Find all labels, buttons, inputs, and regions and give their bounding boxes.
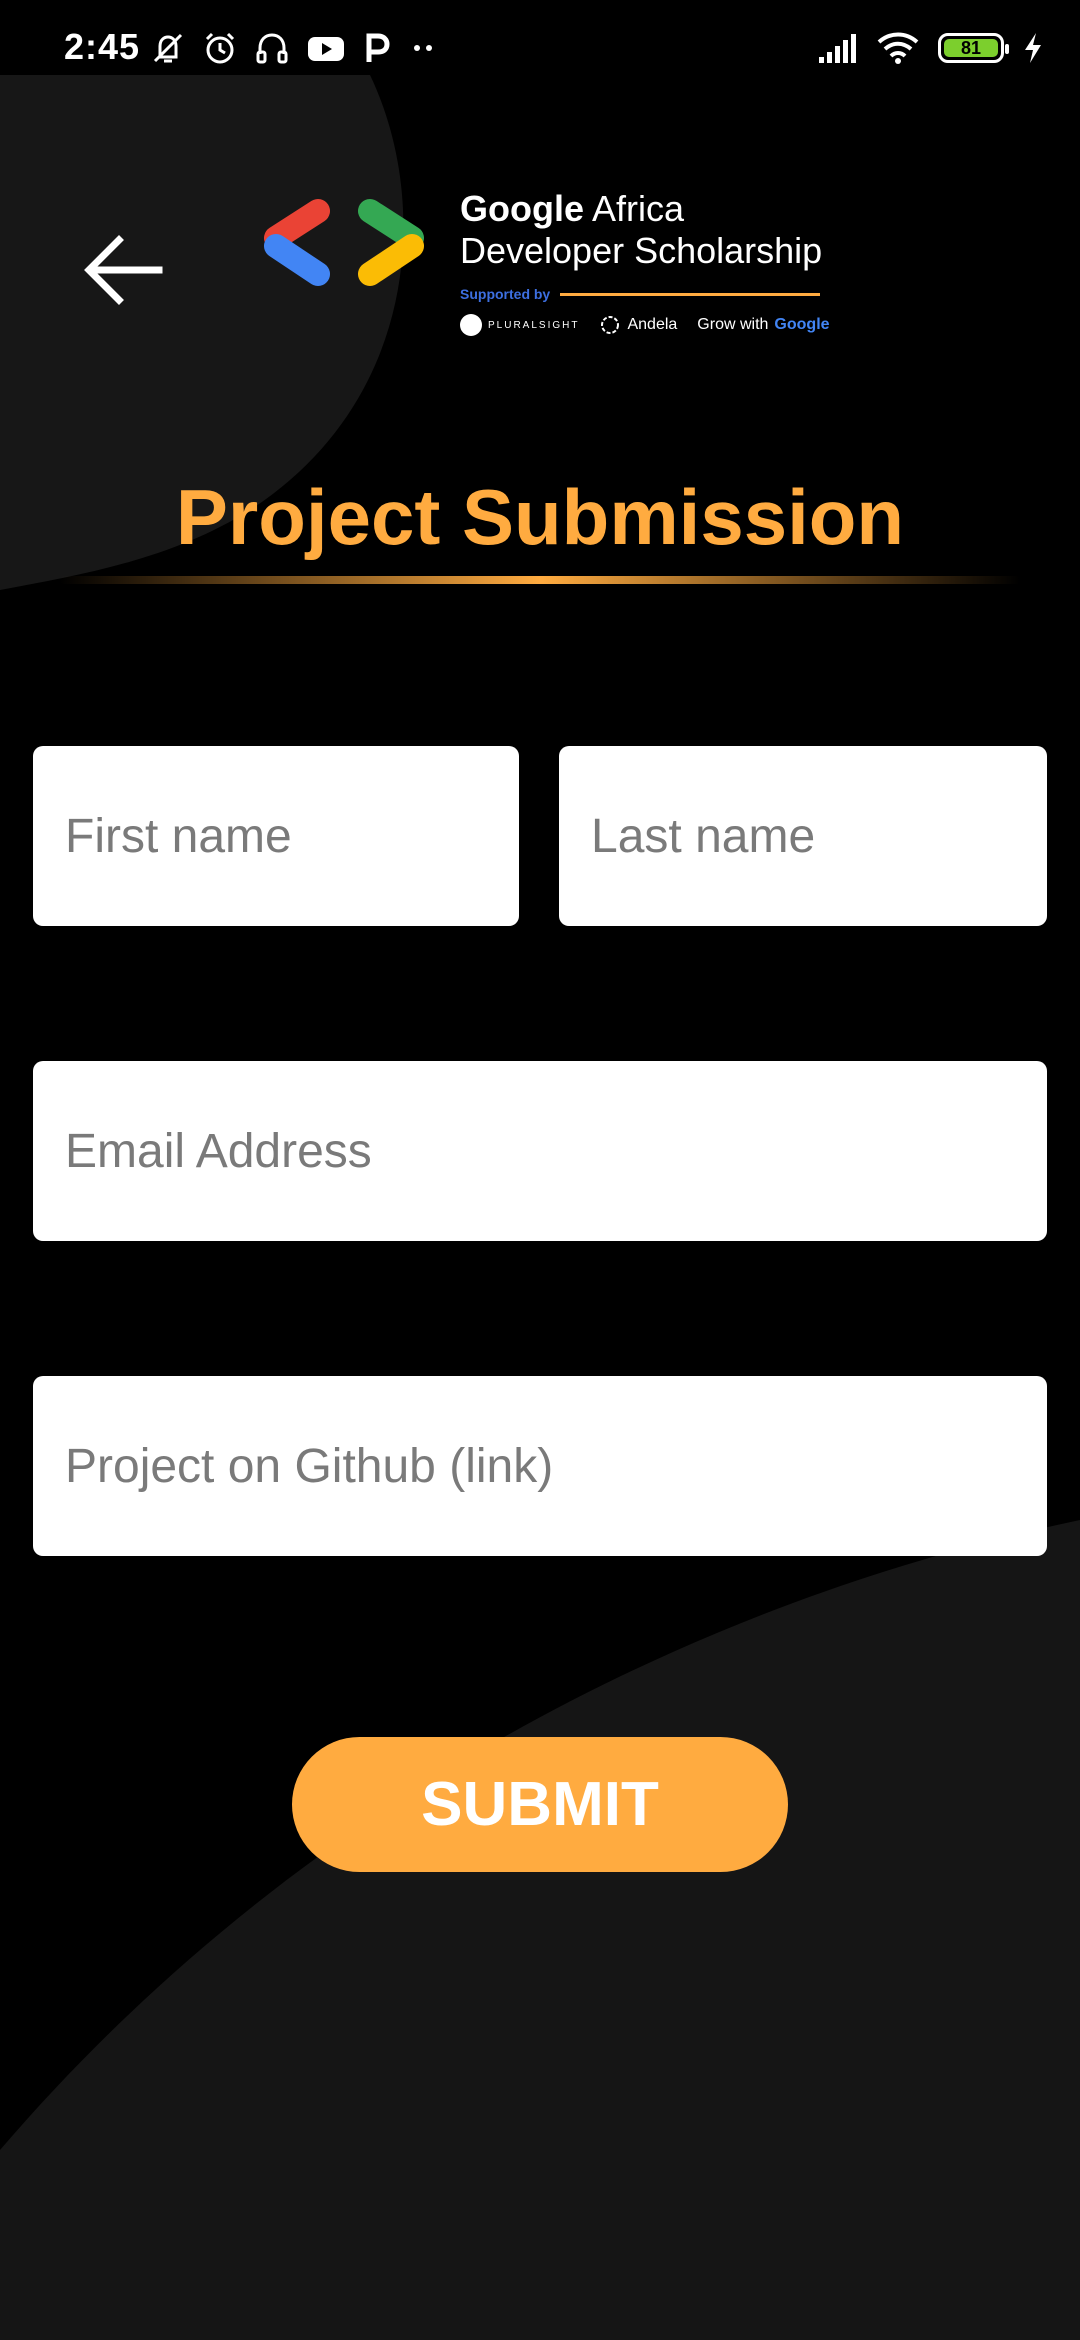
grow-google-label: Google	[774, 316, 830, 333]
supported-by-row: Supported by	[460, 286, 820, 302]
first-name-input[interactable]	[33, 746, 519, 926]
logo-title-line2: Developer Scholarship	[460, 230, 823, 271]
pluralsight-icon	[460, 314, 482, 336]
pluralsight-label: PLURALSIGHT	[488, 319, 580, 331]
charging-icon	[1025, 33, 1041, 63]
vibrate-off-icon	[153, 33, 183, 63]
status-bar: 2:45 81	[0, 0, 1080, 100]
logo-yellow-bar	[358, 234, 424, 286]
github-link-input[interactable]	[33, 1376, 1047, 1556]
grow-with-label: Grow with	[697, 316, 769, 333]
last-name-input[interactable]	[559, 746, 1047, 926]
grow-with-google-logo: Grow with Google	[697, 316, 829, 334]
logo-red-bar	[264, 199, 330, 250]
title-underline	[60, 576, 1020, 584]
back-button[interactable]	[78, 230, 168, 310]
gads-logo-icon	[264, 199, 424, 286]
battery-level: 81	[960, 37, 982, 58]
supported-by-label: Supported by	[460, 286, 551, 302]
andela-label: Andela	[627, 316, 678, 333]
headset-icon	[256, 33, 288, 64]
andela-logo: Andela	[599, 314, 677, 336]
signal-icon	[819, 34, 856, 63]
logo-africa-word: Africa	[584, 188, 685, 229]
submit-button[interactable]: SUBMIT	[292, 1737, 788, 1872]
battery-icon: 81	[938, 33, 1009, 63]
arrow-left-icon	[84, 235, 163, 305]
status-time: 2:45	[64, 26, 141, 67]
logo-green-bar	[358, 199, 424, 250]
status-icons-left	[150, 30, 438, 66]
logo-blue-bar	[264, 234, 330, 286]
page-title: Project Submission	[175, 473, 905, 561]
grow-google-word: Google	[774, 316, 829, 334]
scholarship-logo: Google Africa Developer Scholarship Supp…	[460, 188, 830, 336]
logo-google-word: Google	[460, 188, 584, 229]
status-icons-right: 81	[818, 30, 1044, 66]
supported-by-divider	[560, 292, 820, 296]
partners-row: PLURALSIGHT Andela Grow with Google	[460, 314, 830, 336]
youtube-icon	[308, 37, 344, 61]
wifi-icon	[877, 32, 919, 64]
email-address-input[interactable]	[33, 1061, 1047, 1241]
battery-tip	[1005, 44, 1009, 54]
alarm-icon	[205, 32, 235, 64]
background-bottom-shape	[0, 1520, 1080, 2340]
more-dots-icon	[414, 45, 432, 51]
logo-title-line1: Google Africa	[460, 188, 820, 230]
battery-fill: 81	[944, 37, 998, 58]
p-app-icon	[366, 33, 390, 62]
pluralsight-logo: PLURALSIGHT	[460, 314, 579, 336]
andela-icon	[601, 316, 620, 334]
